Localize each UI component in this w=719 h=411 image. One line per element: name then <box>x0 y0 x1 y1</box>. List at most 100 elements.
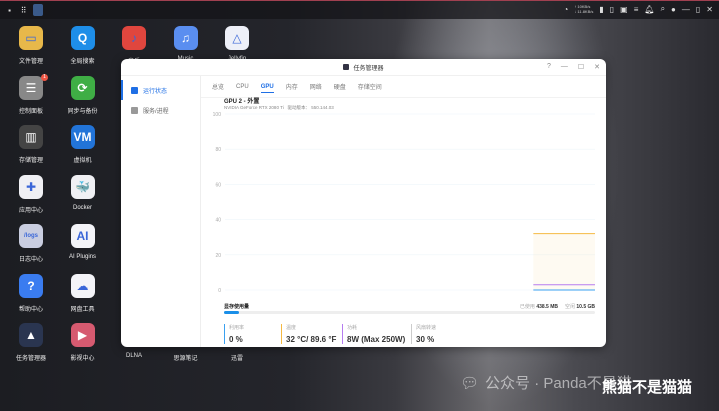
desktop-icon[interactable]: /logs 日志中心 <box>5 224 57 263</box>
app-icon: ⟳ <box>70 75 95 100</box>
gpu-chart: 100 80 60 40 20 0 <box>213 112 595 294</box>
maximize-icon[interactable]: ▯ <box>696 5 700 14</box>
tab-0[interactable]: 总览 <box>212 82 224 91</box>
tab-4[interactable]: 网络 <box>310 82 322 91</box>
window-title: 任务管理器 <box>353 65 384 72</box>
search-icon[interactable]: ⌕ <box>661 4 665 14</box>
app-grid-icon[interactable]: ⠿ <box>19 6 28 15</box>
bell-icon[interactable]: 🔔︎ <box>644 5 654 14</box>
stat-label: 利用率 <box>229 325 245 331</box>
desktop-icon[interactable]: Q 全局搜索 <box>57 26 109 65</box>
desktop-icon[interactable]: ▲ 任务管理器 <box>5 323 57 362</box>
monitor-icon[interactable]: ▣ <box>620 5 628 14</box>
desktop-icon-label: 文件管理 <box>18 59 43 65</box>
user-icon[interactable]: ● <box>671 5 676 14</box>
desktop-icon[interactable]: AI AI Plugins <box>57 224 109 260</box>
desktop-icon[interactable]: ▶ 影视中心 <box>57 323 109 362</box>
desktop-icon-label: 存储管理 <box>18 158 43 164</box>
minimize-button[interactable]: — <box>561 63 568 71</box>
desktop-icon[interactable]: ✚ 应用中心 <box>5 174 57 214</box>
process-icon <box>131 106 138 114</box>
tab-2[interactable]: GPU <box>260 84 274 93</box>
book-icon[interactable]: ▯ <box>610 5 614 14</box>
desktop-icon-label: AI Plugins <box>68 254 96 260</box>
sidebar-item-services[interactable]: 服务/进程 <box>121 100 200 120</box>
window-titlebar[interactable]: 任务管理器 ? — ☐ ✕ <box>121 59 606 76</box>
tab-6[interactable]: 存储空间 <box>358 82 382 91</box>
desktop-icon[interactable]: △Jellyfin <box>211 26 263 62</box>
stat-value: 0 % <box>229 335 243 344</box>
sidebar-item-status[interactable]: 运行状态 <box>121 80 200 100</box>
app-icon: ♪ <box>122 26 146 50</box>
free-value: 10.5 GB <box>576 304 595 310</box>
vram-progress-bar <box>224 311 595 314</box>
stat-label: 温度 <box>286 325 297 331</box>
desktop-icon[interactable]: ▭ 文件管理 <box>5 26 57 65</box>
gpu-title: GPU 2 - 外置 <box>224 99 260 105</box>
desktop-icon[interactable]: ☰ 1 控制面板 <box>5 73 57 115</box>
task-manager-window: 任务管理器 ? — ☐ ✕ 运行状态 服务/进程 总览 CPU GPU 内存 网络 硬盘 存… <box>121 59 606 347</box>
sidebar-item-label: 服务/进程 <box>143 108 169 115</box>
desktop-icon[interactable]: VM 虚拟机 <box>57 125 109 164</box>
stat-value: 8W (Max 250W) <box>347 335 406 344</box>
y-tick-label: 20 <box>215 253 221 259</box>
desktop-icon[interactable]: 🐳 Docker <box>57 174 109 211</box>
y-tick-label: 80 <box>215 147 221 153</box>
tab-5[interactable]: 硬盘 <box>334 82 346 91</box>
show-desktop-icon[interactable]: ▪ <box>5 6 14 15</box>
desktop-icon[interactable]: ♫Music <box>160 26 212 62</box>
app-icon: △ <box>225 26 249 50</box>
vram-usage: 显存使用量 已使用 438.5 MB 空闲 10.5 GB <box>224 303 595 310</box>
list-icon[interactable]: ≡ <box>634 5 639 14</box>
stat-card: 功耗 8W (Max 250W) <box>342 324 410 344</box>
storage-icon[interactable]: ▮ <box>599 5 603 14</box>
sidebar-item-label: 运行状态 <box>143 88 168 95</box>
desktop-icon-label: 虚拟机 <box>73 158 92 164</box>
watermark-author: 熊猫不是猫猫 <box>602 379 693 396</box>
app-icon: ☰ <box>19 75 43 100</box>
desktop-icon[interactable]: ⟳ 同步与备份 <box>57 75 109 115</box>
stat-label: 功耗 <box>347 325 358 331</box>
desktop-icon[interactable]: ☁ 网盘工具 <box>57 273 109 313</box>
app-icon: ▲ <box>19 323 43 347</box>
desktop-icon[interactable]: ? 帮助中心 <box>5 273 57 313</box>
desktop-icon[interactable]: ▥ 存储管理 <box>5 125 57 164</box>
minimize-icon[interactable]: — <box>682 5 690 14</box>
y-tick-label: 0 <box>218 288 221 294</box>
vram-progress-fill <box>224 311 239 314</box>
maximize-button[interactable]: ☐ <box>578 63 584 71</box>
desktop-icon-label: 任务管理器 <box>15 356 46 362</box>
close-button[interactable]: ✕ <box>594 63 600 71</box>
stat-card: 风扇转速 30 % <box>411 324 471 344</box>
task-manager-taskbar-icon[interactable] <box>33 4 43 16</box>
used-label: 已使用 <box>519 304 535 310</box>
app-icon: VM <box>70 125 95 149</box>
app-icon: ▭ <box>19 26 43 50</box>
desktop-icon-label: 思源笔记 <box>173 356 198 362</box>
desktop-icon-label: Docker <box>72 204 92 211</box>
tab-3[interactable]: 内存 <box>286 82 298 91</box>
wechat-icon: 💬︎ <box>460 374 480 392</box>
stat-value: 30 % <box>416 335 435 344</box>
y-tick-label: 40 <box>215 218 221 224</box>
close-icon[interactable]: ✕ <box>706 5 713 14</box>
sidebar: 运行状态 服务/进程 <box>121 76 201 347</box>
tab-1[interactable]: CPU <box>236 84 249 90</box>
chart-icon <box>131 86 138 94</box>
app-icon: AI <box>70 224 95 248</box>
app-icon: ▶ <box>70 323 95 347</box>
app-icon: ? <box>19 273 43 298</box>
app-icon: 🐳 <box>70 174 95 199</box>
used-value: 438.5 MB <box>536 304 559 310</box>
desktop-icon-label: 帮助中心 <box>18 306 43 313</box>
desktop-icon-label: 日志中心 <box>18 257 43 263</box>
stat-value: 32 °C/ 89.6 °F <box>286 335 337 344</box>
help-button[interactable]: ? <box>547 63 551 71</box>
stat-card: 利用率 0 % <box>224 324 280 344</box>
sync-icon[interactable]: ◔ <box>563 5 568 14</box>
net-down: ↓ 11.8KB/s <box>574 9 594 14</box>
app-icon: ▥ <box>19 125 43 149</box>
desktop-icon-label: 控制面板 <box>18 108 43 115</box>
network-speed: ↑ 10KB/s ↓ 11.8KB/s <box>574 4 593 14</box>
desktop-icon-label: DLNA <box>125 353 142 359</box>
